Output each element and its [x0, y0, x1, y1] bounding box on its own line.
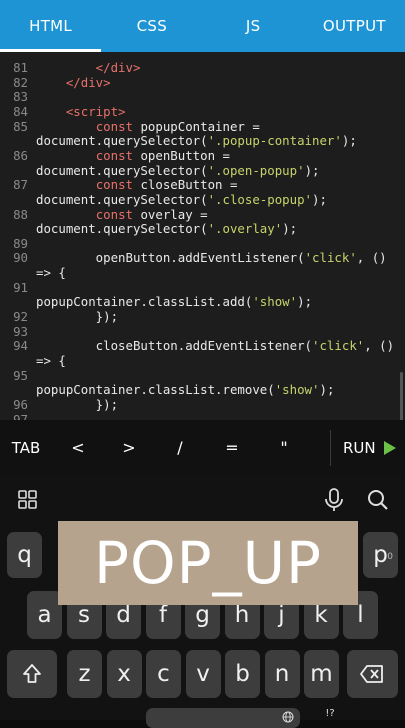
symbols-key[interactable]: !?	[318, 708, 342, 720]
code-line: const openButton =	[95, 147, 230, 163]
code-line: closeButton.addEventListener('click', ()	[36, 338, 395, 354]
globe-icon	[282, 711, 294, 723]
line-number: 95	[13, 367, 28, 383]
code-line: document.querySelector('.open-popup');	[36, 162, 320, 178]
symbol-toolbar: TAB < > / = " RUN	[0, 420, 405, 476]
code-line: const closeButton =	[95, 177, 238, 193]
code-line: });	[36, 396, 119, 412]
code-line: popupContainer.classList.add('show');	[36, 294, 313, 310]
line-number: 90	[13, 250, 28, 266]
code-line: const popupContainer =	[95, 118, 260, 134]
key-m[interactable]: m	[304, 650, 339, 698]
equals-button[interactable]: =	[206, 420, 258, 476]
line-number: 91	[13, 279, 28, 295]
backspace-icon	[360, 665, 383, 683]
shift-icon	[23, 664, 41, 683]
space-key[interactable]	[146, 708, 300, 728]
less-than-button[interactable]: <	[52, 420, 104, 476]
code-line: </div>	[36, 60, 141, 75]
key-v[interactable]: v	[185, 650, 221, 698]
line-number: 94	[13, 338, 28, 354]
code-line: });	[36, 309, 119, 325]
line-number: 97	[13, 411, 28, 420]
tab-html[interactable]: HTML	[0, 0, 102, 52]
code-editor[interactable]: 81 </div> 82 </div> 83 84 <script> 85 const …	[0, 52, 405, 420]
line-number: 89	[13, 235, 28, 251]
code-line: => {	[36, 353, 66, 368]
search-icon[interactable]	[367, 489, 389, 511]
line-number: 87	[13, 177, 28, 193]
run-button[interactable]: RUN	[343, 420, 396, 476]
microphone-icon[interactable]	[324, 488, 344, 512]
line-number: 92	[13, 309, 28, 325]
key-p-alt: 0	[387, 552, 393, 562]
line-number: 84	[13, 103, 28, 119]
code-line: document.querySelector('.close-popup');	[36, 191, 327, 207]
key-x[interactable]: x	[106, 650, 142, 698]
title-banner: POP_UP	[58, 521, 358, 605]
key-p[interactable]: 0p	[363, 532, 398, 578]
key-n[interactable]: n	[264, 650, 300, 698]
code-line: => {	[36, 265, 66, 281]
code-line: const overlay =	[95, 206, 208, 222]
key-q[interactable]: q	[7, 532, 42, 578]
line-number: 85	[13, 118, 28, 134]
line-number: 96	[13, 396, 28, 412]
toolbar-divider	[330, 430, 331, 466]
line-number: 83	[13, 89, 28, 105]
run-label: RUN	[343, 439, 376, 457]
slash-button[interactable]: /	[154, 420, 206, 476]
code-line: openButton.addEventListener('click', ()	[36, 250, 387, 266]
backspace-key[interactable]	[347, 650, 398, 698]
code-line: <script>	[36, 103, 126, 119]
tab-css[interactable]: CSS	[101, 0, 202, 52]
editor-tabs: HTML CSS JS OUTPUT	[0, 0, 405, 52]
key-z[interactable]: z	[67, 650, 102, 698]
key-b[interactable]: b	[225, 650, 260, 698]
line-number: 81	[13, 60, 28, 75]
tab-key-button[interactable]: TAB	[0, 420, 52, 476]
line-number: 86	[13, 147, 28, 163]
code-line: </div>	[36, 74, 111, 90]
line-number: 88	[13, 206, 28, 222]
tab-js[interactable]: JS	[203, 0, 304, 52]
grid-icon[interactable]	[18, 490, 38, 510]
code-line: document.querySelector('.popup-container…	[36, 133, 357, 149]
key-c[interactable]: c	[146, 650, 181, 698]
key-a[interactable]: a	[27, 591, 62, 639]
editor-scrollbar[interactable]	[400, 372, 403, 420]
tab-output[interactable]: OUTPUT	[304, 0, 405, 52]
code-line: document.querySelector('.overlay');	[36, 221, 298, 237]
greater-than-button[interactable]: >	[104, 420, 154, 476]
play-icon	[383, 441, 396, 455]
line-number: 82	[13, 74, 28, 90]
shift-key[interactable]	[7, 650, 57, 698]
quote-button[interactable]: "	[258, 420, 310, 476]
line-number: 93	[13, 323, 28, 339]
code-line: popupContainer.classList.remove('show');	[36, 382, 335, 398]
